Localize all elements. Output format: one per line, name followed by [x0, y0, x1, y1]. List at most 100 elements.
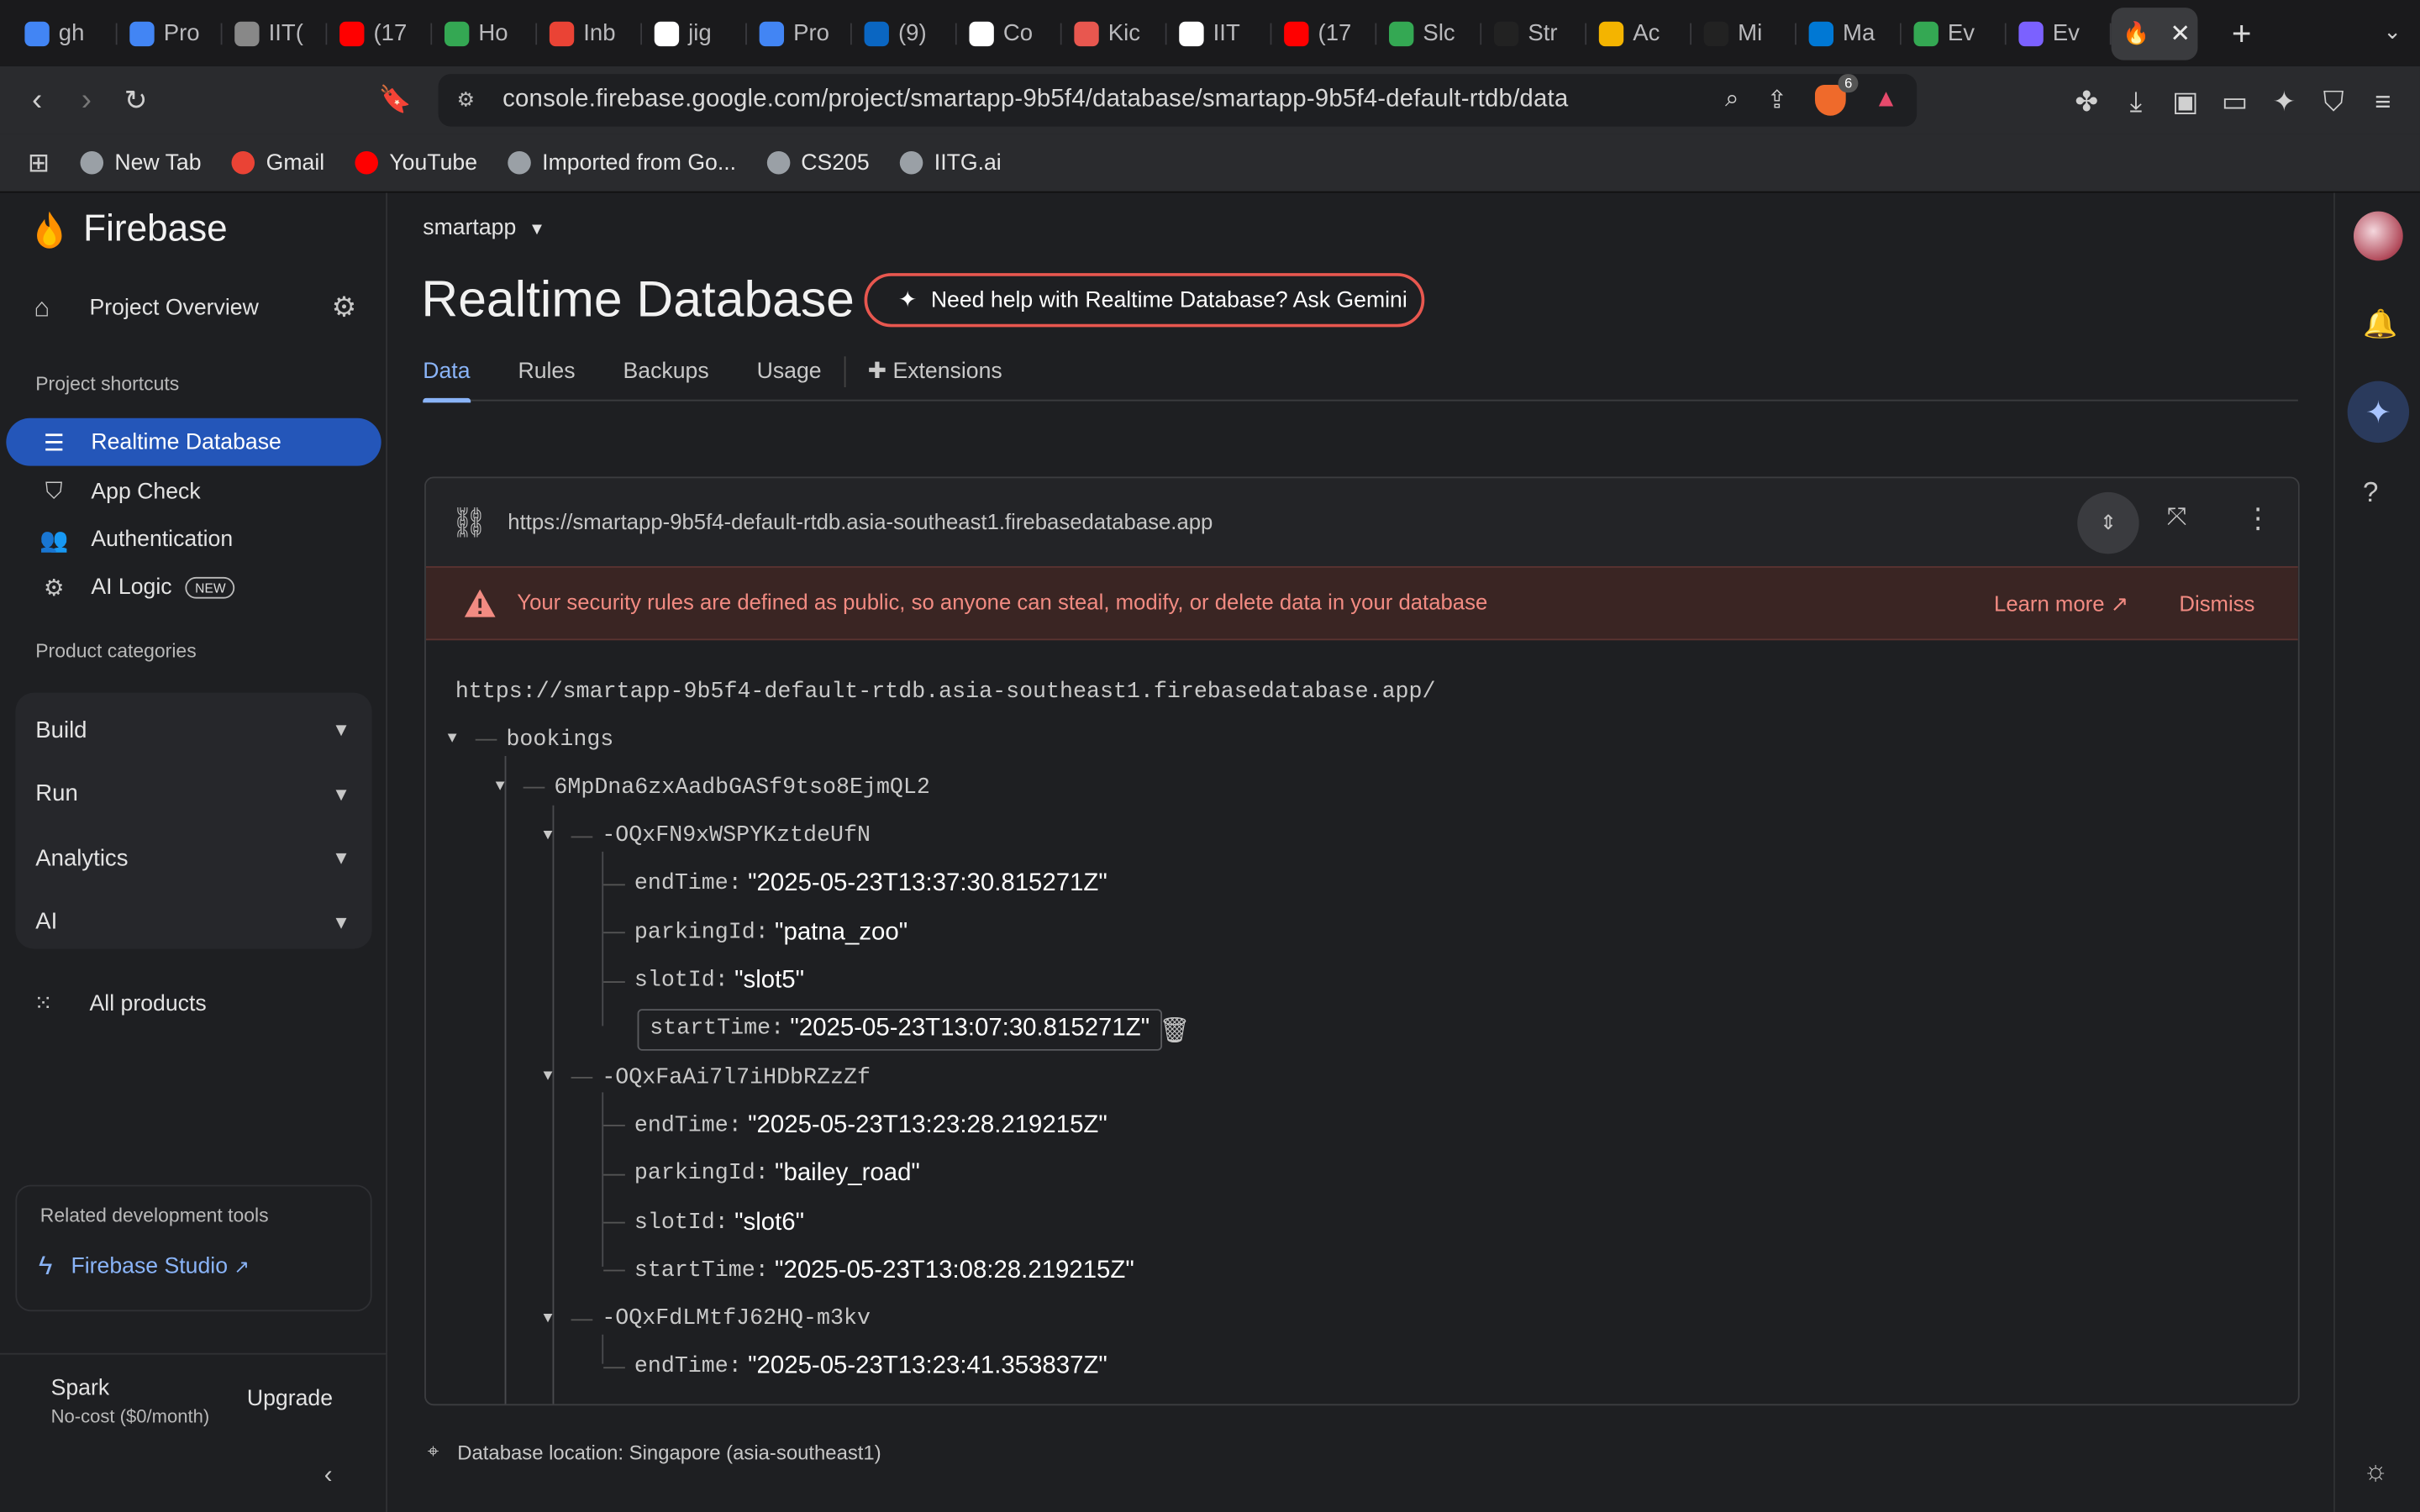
browser-tab[interactable]: Pro	[747, 7, 852, 59]
browser-tab[interactable]: IIT	[1167, 7, 1272, 59]
firebase-logo[interactable]: Firebase	[34, 208, 228, 251]
field-value[interactable]: "2025-05-23T13:37:30.815271Z"	[748, 871, 1107, 899]
key-value-row[interactable]: slotId: "slot5"	[603, 962, 804, 1000]
expand-triangle-icon[interactable]: ▼	[448, 732, 476, 748]
upgrade-button[interactable]: Upgrade	[247, 1387, 333, 1411]
tab-list-chevron-icon[interactable]: ⌄	[2383, 18, 2402, 45]
avatar[interactable]	[2353, 211, 2403, 261]
bookmark-item[interactable]: New Tab	[80, 150, 202, 175]
close-tab-icon[interactable]: ✕	[2170, 18, 2191, 49]
downloads-icon[interactable]: ⤓	[2121, 87, 2152, 119]
tree-node-booking[interactable]: ▼ -OQxFN9xWSPYKztdeUfN	[544, 817, 871, 856]
back-arrow-icon[interactable]: ‹	[13, 82, 62, 118]
key-value-row[interactable]: startTime: "2025-05-23T13:08:28.219215Z"	[603, 1252, 1134, 1290]
field-value[interactable]: "2025-05-23T13:23:28.219215Z"	[748, 1112, 1107, 1140]
sidebar-item-app-check[interactable]: ⛉ App Check	[6, 468, 381, 516]
site-settings-icon[interactable]: ⚙	[457, 88, 475, 113]
browser-tab[interactable]: (17	[1271, 7, 1377, 59]
browser-tab[interactable]: Mi	[1691, 7, 1797, 59]
key-value-row[interactable]: parkingId: "patna_zoo"	[603, 914, 908, 953]
firebase-studio-link[interactable]: ϟ Firebase Studio ↗	[39, 1252, 250, 1283]
bookmark-item[interactable]: Gmail	[232, 150, 324, 175]
bookmark-icon[interactable]: 🔖	[371, 85, 420, 116]
field-value[interactable]: "2025-05-23T13:08:28.219215Z"	[775, 1257, 1134, 1285]
apps-grid-icon[interactable]: ⊞	[28, 147, 50, 178]
sidebar-icon[interactable]: ▣	[2170, 87, 2201, 119]
browser-tab[interactable]: Pro	[118, 7, 223, 59]
collapse-sidebar-icon[interactable]: ‹	[324, 1462, 333, 1490]
field-value[interactable]: "2025-05-23T13:23:41.353837Z"	[748, 1354, 1107, 1382]
expand-triangle-icon[interactable]: ▼	[544, 828, 571, 845]
tree-node-booking[interactable]: ▼ -OQxFdLMtfJ62HQ-m3kv	[544, 1300, 871, 1339]
wallet-icon[interactable]: ▭	[2219, 87, 2250, 119]
tree-node-booking[interactable]: ▼ -OQxFaAi7l7iHDbRZzZf	[544, 1058, 871, 1097]
category-ai[interactable]: AI ▼	[15, 891, 371, 953]
active-tab-firebase[interactable]: 🔥 ✕	[2111, 7, 2198, 60]
tab-backups[interactable]: Backups	[623, 354, 709, 402]
expand-triangle-icon[interactable]: ▼	[544, 1310, 571, 1327]
browser-tab[interactable]: Co	[957, 7, 1062, 59]
browser-tab[interactable]: Ma	[1797, 7, 1902, 59]
bookmark-item[interactable]: CS205	[766, 150, 870, 175]
dismiss-button[interactable]: Dismiss	[2179, 591, 2254, 615]
gemini-sparkle-icon[interactable]: ✦	[2347, 381, 2410, 444]
browser-tab[interactable]: Ev	[2007, 7, 2112, 59]
browser-tab[interactable]: Ho	[432, 7, 538, 59]
sidebar-item-realtime-database[interactable]: ☰ Realtime Database	[6, 417, 381, 466]
key-value-row[interactable]: endTime: "2025-05-23T13:23:41.353837Z"	[603, 1348, 1107, 1387]
browser-tab[interactable]: Kic	[1062, 7, 1167, 59]
browser-tab[interactable]: Inb	[537, 7, 643, 59]
category-build[interactable]: Build ▼	[15, 699, 371, 760]
sidebar-item-authentication[interactable]: 👥 Authentication	[6, 515, 381, 563]
field-value[interactable]: "2025-05-23T13:07:30.815271Z"	[790, 1016, 1150, 1043]
sidebar-item-ai-logic[interactable]: ⚙ AI Logic NEW	[6, 563, 381, 611]
notifications-bell-icon[interactable]: 🔔	[2363, 308, 2397, 341]
url-text[interactable]: console.firebase.google.com/project/smar…	[502, 87, 1568, 114]
expand-triangle-icon[interactable]: ▼	[496, 780, 523, 796]
category-analytics[interactable]: Analytics ▼	[15, 827, 371, 888]
browser-tab[interactable]: jig	[642, 7, 747, 59]
theme-sun-icon[interactable]: ☼	[2363, 1455, 2388, 1488]
vpn-icon[interactable]: ⛉	[2318, 87, 2349, 119]
browser-tab[interactable]: (17	[327, 7, 433, 59]
menu-icon[interactable]: ≡	[2367, 87, 2398, 119]
key-value-row[interactable]: parkingId: "bailey_road"	[603, 1155, 920, 1194]
key-value-row[interactable]: endTime: "2025-05-23T13:23:28.219215Z"	[603, 1107, 1107, 1146]
category-run[interactable]: Run ▼	[15, 763, 371, 824]
browser-tab[interactable]: (9)	[852, 7, 957, 59]
reload-icon[interactable]: ↻	[111, 84, 160, 117]
bookmark-item[interactable]: IITG.ai	[900, 150, 1002, 175]
link-icon[interactable]: ⛓	[450, 505, 487, 542]
collapse-all-icon[interactable]: ⤧	[2167, 505, 2187, 533]
expand-all-icon[interactable]: ⇕	[2077, 491, 2139, 554]
learn-more-link[interactable]: Learn more ↗	[1994, 591, 2128, 617]
expand-triangle-icon[interactable]: ▼	[544, 1069, 571, 1086]
tree-node-user[interactable]: ▼ 6MpDna6zxAadbGASf9tso8EjmQL2	[496, 769, 930, 807]
root-url[interactable]: https://smartapp-9b5f4-default-rtdb.asia…	[455, 680, 1436, 705]
new-tab-button[interactable]: +	[2232, 13, 2252, 54]
key-value-row[interactable]: startTime: "2025-05-23T13:07:30.815271Z"	[637, 1008, 1162, 1051]
browser-tab[interactable]: gh	[13, 7, 118, 59]
leo-ai-icon[interactable]: ✦	[2269, 87, 2300, 119]
address-bar[interactable]: ⚙ console.firebase.google.com/project/sm…	[438, 74, 1918, 127]
browser-tab[interactable]: Str	[1481, 7, 1587, 59]
delete-trash-icon[interactable]: 🗑	[1159, 1015, 1190, 1046]
tab-rules[interactable]: Rules	[518, 354, 575, 402]
field-value[interactable]: "slot5"	[734, 968, 804, 995]
bookmark-item[interactable]: Imported from Go...	[508, 150, 736, 175]
project-selector[interactable]: smartapp ▼	[423, 216, 545, 240]
more-vert-icon[interactable]: ⋮	[2244, 503, 2272, 536]
all-products-link[interactable]: ⁙ All products	[34, 992, 206, 1016]
browser-tab[interactable]: Slc	[1376, 7, 1482, 59]
project-overview-link[interactable]: ⌂ Project Overview ⚙	[34, 288, 366, 328]
browser-tab[interactable]: Ac	[1586, 7, 1692, 59]
help-icon[interactable]: ?	[2363, 477, 2378, 510]
field-value[interactable]: "slot6"	[734, 1209, 804, 1236]
key-value-row[interactable]: slotId: "slot6"	[603, 1204, 804, 1242]
extensions-icon[interactable]: ✤	[2071, 87, 2102, 119]
bookmark-item[interactable]: YouTube	[355, 150, 477, 175]
tab-usage[interactable]: Usage	[757, 354, 822, 402]
zoom-icon[interactable]: ⌕	[1725, 87, 1739, 114]
share-icon[interactable]: ⇪	[1767, 85, 1788, 116]
database-url[interactable]: https://smartapp-9b5f4-default-rtdb.asia…	[508, 509, 1213, 533]
